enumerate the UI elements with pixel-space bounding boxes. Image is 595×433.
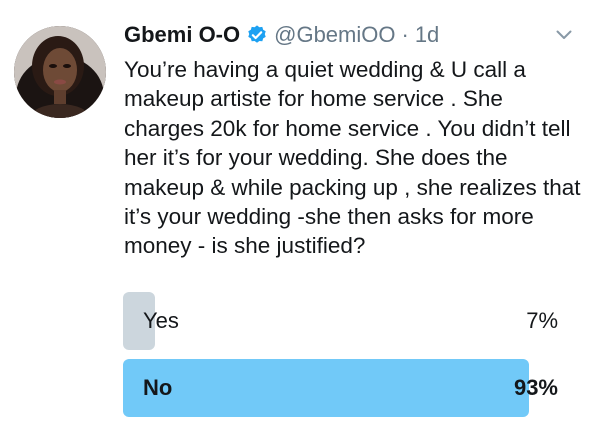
chevron-down-icon[interactable] xyxy=(553,26,575,44)
timestamp[interactable]: 1d xyxy=(415,22,439,48)
poll-option-no: No 93% xyxy=(123,359,560,417)
poll-option-percent: 7% xyxy=(526,308,558,333)
avatar-image xyxy=(14,26,106,118)
poll-option-yes: Yes 7% xyxy=(123,292,560,350)
poll-option-label: Yes xyxy=(143,308,179,333)
avatar[interactable] xyxy=(14,26,106,118)
verified-badge-icon xyxy=(246,24,268,46)
tweet-text: You’re having a quiet wedding & U call a… xyxy=(124,57,581,259)
poll-bar-no xyxy=(123,359,530,417)
separator-dot: · xyxy=(401,22,409,47)
tweet-card: Gbemi O-O @GbemiOO · 1d You’re having a … xyxy=(0,0,595,433)
author-handle[interactable]: @GbemiOO xyxy=(274,22,395,48)
author-name[interactable]: Gbemi O-O xyxy=(124,22,240,48)
tweet-header: Gbemi O-O @GbemiOO · 1d xyxy=(124,18,575,52)
poll-option-percent: 93% xyxy=(513,375,558,400)
poll-option-label: No xyxy=(143,375,173,400)
